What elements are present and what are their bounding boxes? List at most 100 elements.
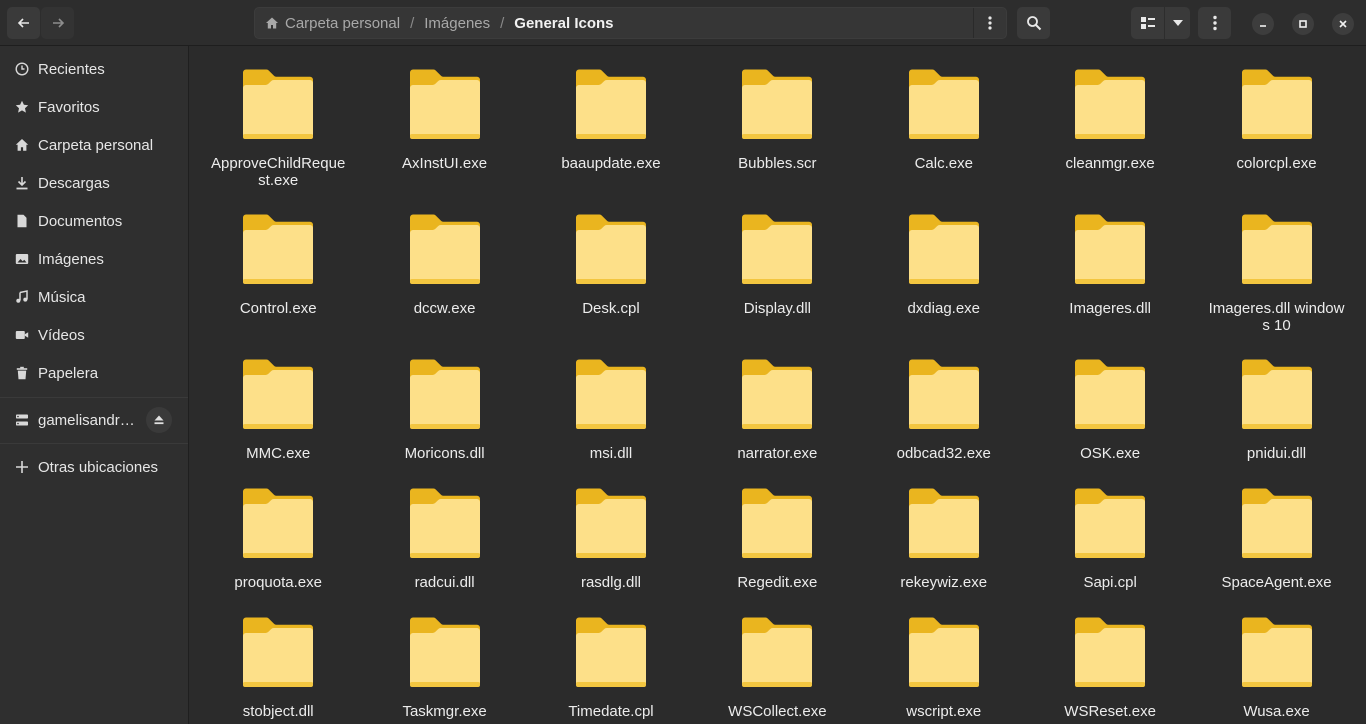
home-icon <box>14 137 30 153</box>
download-icon <box>14 175 30 191</box>
file-name: WSReset.exe <box>1064 703 1156 720</box>
file-item[interactable]: odbcad32.exe <box>861 358 1027 487</box>
file-name: Control.exe <box>239 300 317 317</box>
path-menu-button[interactable] <box>973 8 1006 38</box>
sidebar-item-other-locations[interactable]: Otras ubicaciones <box>0 450 188 484</box>
sidebar-divider <box>0 397 188 398</box>
file-item[interactable]: Timedate.cpl <box>528 616 694 724</box>
sidebar-item-documents[interactable]: Documentos <box>0 204 188 238</box>
sidebar-item-downloads[interactable]: Descargas <box>0 166 188 200</box>
sidebar-item-images[interactable]: Imágenes <box>0 242 188 276</box>
file-item[interactable]: AxInstUI.exe <box>361 68 527 213</box>
folder-icon <box>409 617 480 687</box>
folder-icon <box>1075 488 1146 558</box>
sidebar-item-trash[interactable]: Papelera <box>0 356 188 390</box>
file-item[interactable]: Imageres.dll <box>1027 213 1193 358</box>
file-name: Moricons.dll <box>404 445 485 462</box>
clock-icon <box>14 61 30 77</box>
file-name: Imageres.dll <box>1069 300 1151 317</box>
folder-icon <box>1241 214 1312 284</box>
file-item[interactable]: WSReset.exe <box>1027 616 1193 724</box>
file-name: ApproveChildRequest.exe <box>211 155 346 189</box>
close-button[interactable] <box>1332 13 1354 35</box>
file-item[interactable]: ApproveChildRequest.exe <box>195 68 361 213</box>
file-item[interactable]: Calc.exe <box>861 68 1027 213</box>
file-item[interactable]: baaupdate.exe <box>528 68 694 213</box>
file-item[interactable]: msi.dll <box>528 358 694 487</box>
file-name: Timedate.cpl <box>568 703 654 720</box>
breadcrumb-images[interactable]: Imágenes <box>424 15 490 32</box>
back-button[interactable] <box>7 7 40 39</box>
file-item[interactable]: rekeywiz.exe <box>861 487 1027 616</box>
file-name: Calc.exe <box>914 155 973 172</box>
forward-button[interactable] <box>41 7 74 39</box>
sidebar-item-videos[interactable]: Vídeos <box>0 318 188 352</box>
folder-icon <box>409 488 480 558</box>
file-item[interactable]: Taskmgr.exe <box>361 616 527 724</box>
file-item[interactable]: stobject.dll <box>195 616 361 724</box>
star-icon <box>14 99 30 115</box>
file-item[interactable]: Wusa.exe <box>1193 616 1359 724</box>
file-item[interactable]: SpaceAgent.exe <box>1193 487 1359 616</box>
main-menu-button[interactable] <box>1198 7 1231 39</box>
file-item[interactable]: Imageres.dll windows 10 <box>1193 213 1359 358</box>
file-item[interactable]: Sapi.cpl <box>1027 487 1193 616</box>
breadcrumb-current[interactable]: General Icons <box>514 15 613 32</box>
folder-icon <box>409 214 480 284</box>
sidebar-item-music[interactable]: Música <box>0 280 188 314</box>
arrow-right-icon <box>52 18 64 28</box>
eject-button[interactable] <box>146 407 172 433</box>
image-icon <box>14 251 30 267</box>
folder-icon <box>742 214 813 284</box>
file-name: odbcad32.exe <box>896 445 991 462</box>
sidebar-item-favorites[interactable]: Favoritos <box>0 90 188 124</box>
maximize-button[interactable] <box>1292 13 1314 35</box>
breadcrumb-home[interactable]: Carpeta personal <box>285 15 400 32</box>
drive-icon <box>14 412 30 428</box>
minimize-button[interactable] <box>1252 13 1274 35</box>
file-item[interactable]: proquota.exe <box>195 487 361 616</box>
file-item[interactable]: Control.exe <box>195 213 361 358</box>
trash-icon <box>14 365 30 381</box>
folder-icon <box>908 359 979 429</box>
file-item[interactable]: Moricons.dll <box>361 358 527 487</box>
close-icon <box>1339 20 1347 28</box>
file-item[interactable]: OSK.exe <box>1027 358 1193 487</box>
folder-icon <box>243 69 314 139</box>
file-name: cleanmgr.exe <box>1065 155 1155 172</box>
file-item[interactable]: MMC.exe <box>195 358 361 487</box>
file-item[interactable]: pnidui.dll <box>1193 358 1359 487</box>
file-name: OSK.exe <box>1080 445 1141 462</box>
file-item[interactable]: dccw.exe <box>361 213 527 358</box>
file-item[interactable]: cleanmgr.exe <box>1027 68 1193 213</box>
file-item[interactable]: narrator.exe <box>694 358 860 487</box>
file-item[interactable]: radcui.dll <box>361 487 527 616</box>
file-name: proquota.exe <box>234 574 322 591</box>
file-item[interactable]: Desk.cpl <box>528 213 694 358</box>
search-button[interactable] <box>1017 7 1050 39</box>
file-item[interactable]: Display.dll <box>694 213 860 358</box>
file-item[interactable]: Bubbles.scr <box>694 68 860 213</box>
file-item[interactable]: dxdiag.exe <box>861 213 1027 358</box>
view-options-button[interactable] <box>1165 7 1190 39</box>
sidebar: Recientes Favoritos Carpeta personal Des… <box>0 46 189 724</box>
file-item[interactable]: WSCollect.exe <box>694 616 860 724</box>
arrow-left-icon <box>17 18 29 28</box>
video-icon <box>14 327 30 343</box>
kebab-menu-icon <box>988 16 992 30</box>
folder-icon <box>1075 69 1146 139</box>
view-mode-button[interactable] <box>1131 7 1164 39</box>
file-item[interactable]: rasdlg.dll <box>528 487 694 616</box>
folder-icon <box>1241 488 1312 558</box>
file-name: baaupdate.exe <box>561 155 661 172</box>
file-item[interactable]: wscript.exe <box>861 616 1027 724</box>
sidebar-item-home[interactable]: Carpeta personal <box>0 128 188 162</box>
sidebar-item-recent[interactable]: Recientes <box>0 52 188 86</box>
file-name: pnidui.dll <box>1246 445 1307 462</box>
sidebar-item-drive[interactable]: gamelisandr… <box>0 403 188 437</box>
file-item[interactable]: colorcpl.exe <box>1193 68 1359 213</box>
folder-icon <box>742 69 813 139</box>
folder-icon <box>1241 69 1312 139</box>
music-icon <box>14 289 30 305</box>
file-item[interactable]: Regedit.exe <box>694 487 860 616</box>
